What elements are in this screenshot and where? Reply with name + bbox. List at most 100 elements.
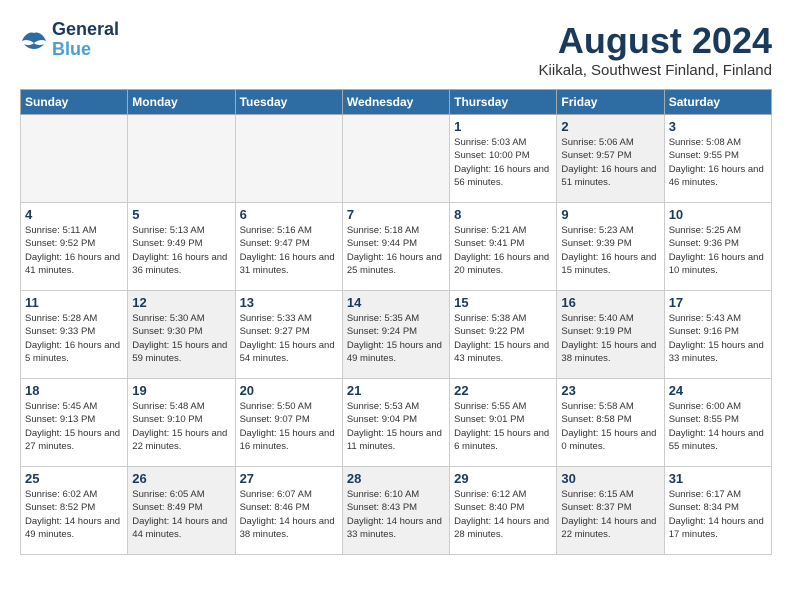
day-info: Sunrise: 5:11 AMSunset: 9:52 PMDaylight:… xyxy=(25,224,123,277)
day-info: Sunrise: 5:03 AMSunset: 10:00 PMDaylight… xyxy=(454,136,552,189)
calendar-cell: 31Sunrise: 6:17 AMSunset: 8:34 PMDayligh… xyxy=(664,467,771,555)
day-number: 29 xyxy=(454,471,552,486)
day-info: Sunrise: 5:23 AMSunset: 9:39 PMDaylight:… xyxy=(561,224,659,277)
day-number: 26 xyxy=(132,471,230,486)
day-number: 20 xyxy=(240,383,338,398)
month-title: August 2024 xyxy=(539,20,772,62)
calendar-cell: 8Sunrise: 5:21 AMSunset: 9:41 PMDaylight… xyxy=(450,203,557,291)
day-info: Sunrise: 5:35 AMSunset: 9:24 PMDaylight:… xyxy=(347,312,445,365)
calendar-cell xyxy=(342,115,449,203)
title-block: August 2024 Kiikala, Southwest Finland, … xyxy=(539,20,772,79)
calendar-cell: 24 Sunrise: 6:00 AMSunset: 8:55 PMDayligh… xyxy=(664,379,771,467)
day-info: Sunrise: 5:33 AMSunset: 9:27 PMDaylight:… xyxy=(240,312,338,365)
day-number: 24 xyxy=(669,383,767,398)
day-info: Sunrise: 5:43 AMSunset: 9:16 PMDaylight:… xyxy=(669,312,767,365)
day-info: Sunrise: 6:15 AMSunset: 8:37 PMDaylight:… xyxy=(561,488,659,541)
day-number: 18 xyxy=(25,383,123,398)
day-number: 3 xyxy=(669,119,767,134)
calendar-cell xyxy=(21,115,128,203)
calendar-week-row: 11Sunrise: 5:28 AMSunset: 9:33 PMDayligh… xyxy=(21,291,772,379)
calendar-cell: 10 Sunrise: 5:25 AMSunset: 9:36 PMDayligh… xyxy=(664,203,771,291)
day-info: Sunrise: 5:30 AMSunset: 9:30 PMDaylight:… xyxy=(132,312,230,365)
day-number: 14 xyxy=(347,295,445,310)
calendar-cell: 30 Sunrise: 6:15 AMSunset: 8:37 PMDayligh… xyxy=(557,467,664,555)
day-info: Sunrise: 5:53 AMSunset: 9:04 PMDaylight:… xyxy=(347,400,445,453)
calendar-cell: 27Sunrise: 6:07 AMSunset: 8:46 PMDayligh… xyxy=(235,467,342,555)
logo-bird-icon xyxy=(20,29,48,51)
calendar-cell: 1 Sunrise: 5:03 AMSunset: 10:00 PMDayligh… xyxy=(450,115,557,203)
day-info: Sunrise: 5:06 AMSunset: 9:57 PMDaylight:… xyxy=(561,136,659,189)
calendar-week-row: 18 Sunrise: 5:45 AMSunset: 9:13 PMDayligh… xyxy=(21,379,772,467)
day-info: Sunrise: 6:05 AMSunset: 8:49 PMDaylight:… xyxy=(132,488,230,541)
day-number: 30 xyxy=(561,471,659,486)
calendar-cell: 2 Sunrise: 5:06 AMSunset: 9:57 PMDaylight… xyxy=(557,115,664,203)
day-info: Sunrise: 5:08 AMSunset: 9:55 PMDaylight:… xyxy=(669,136,767,189)
day-number: 15 xyxy=(454,295,552,310)
weekday-header-friday: Friday xyxy=(557,90,664,115)
day-number: 19 xyxy=(132,383,230,398)
day-number: 17 xyxy=(669,295,767,310)
calendar-cell: 4Sunrise: 5:11 AMSunset: 9:52 PMDaylight… xyxy=(21,203,128,291)
day-number: 6 xyxy=(240,207,338,222)
day-number: 9 xyxy=(561,207,659,222)
page-header: General Blue August 2024 Kiikala, Southw… xyxy=(20,20,772,79)
day-number: 7 xyxy=(347,207,445,222)
day-info: Sunrise: 5:16 AMSunset: 9:47 PMDaylight:… xyxy=(240,224,338,277)
day-number: 22 xyxy=(454,383,552,398)
calendar-cell xyxy=(128,115,235,203)
calendar-table: SundayMondayTuesdayWednesdayThursdayFrid… xyxy=(20,89,772,555)
calendar-cell xyxy=(235,115,342,203)
calendar-cell: 22Sunrise: 5:55 AMSunset: 9:01 PMDayligh… xyxy=(450,379,557,467)
day-number: 2 xyxy=(561,119,659,134)
calendar-cell: 3 Sunrise: 5:08 AMSunset: 9:55 PMDaylight… xyxy=(664,115,771,203)
calendar-cell: 6 Sunrise: 5:16 AMSunset: 9:47 PMDaylight… xyxy=(235,203,342,291)
weekday-header-monday: Monday xyxy=(128,90,235,115)
weekday-header-thursday: Thursday xyxy=(450,90,557,115)
logo: General Blue xyxy=(20,20,119,60)
day-info: Sunrise: 5:21 AMSunset: 9:41 PMDaylight:… xyxy=(454,224,552,277)
calendar-cell: 28 Sunrise: 6:10 AMSunset: 8:43 PMDayligh… xyxy=(342,467,449,555)
day-number: 12 xyxy=(132,295,230,310)
day-number: 16 xyxy=(561,295,659,310)
day-number: 10 xyxy=(669,207,767,222)
calendar-cell: 25Sunrise: 6:02 AMSunset: 8:52 PMDayligh… xyxy=(21,467,128,555)
calendar-cell: 21 Sunrise: 5:53 AMSunset: 9:04 PMDayligh… xyxy=(342,379,449,467)
calendar-cell: 12 Sunrise: 5:30 AMSunset: 9:30 PMDayligh… xyxy=(128,291,235,379)
day-info: Sunrise: 5:25 AMSunset: 9:36 PMDaylight:… xyxy=(669,224,767,277)
weekday-header-tuesday: Tuesday xyxy=(235,90,342,115)
day-number: 5 xyxy=(132,207,230,222)
calendar-week-row: 1 Sunrise: 5:03 AMSunset: 10:00 PMDayligh… xyxy=(21,115,772,203)
calendar-cell: 26 Sunrise: 6:05 AMSunset: 8:49 PMDayligh… xyxy=(128,467,235,555)
day-info: Sunrise: 6:10 AMSunset: 8:43 PMDaylight:… xyxy=(347,488,445,541)
calendar-cell: 5 Sunrise: 5:13 AMSunset: 9:49 PMDaylight… xyxy=(128,203,235,291)
day-info: Sunrise: 6:12 AMSunset: 8:40 PMDaylight:… xyxy=(454,488,552,541)
calendar-cell: 13 Sunrise: 5:33 AMSunset: 9:27 PMDayligh… xyxy=(235,291,342,379)
calendar-week-row: 4Sunrise: 5:11 AMSunset: 9:52 PMDaylight… xyxy=(21,203,772,291)
day-number: 13 xyxy=(240,295,338,310)
calendar-cell: 17 Sunrise: 5:43 AMSunset: 9:16 PMDayligh… xyxy=(664,291,771,379)
day-info: Sunrise: 5:40 AMSunset: 9:19 PMDaylight:… xyxy=(561,312,659,365)
calendar-cell: 14 Sunrise: 5:35 AMSunset: 9:24 PMDayligh… xyxy=(342,291,449,379)
day-number: 28 xyxy=(347,471,445,486)
day-info: Sunrise: 5:28 AMSunset: 9:33 PMDaylight:… xyxy=(25,312,123,365)
day-info: Sunrise: 6:02 AMSunset: 8:52 PMDaylight:… xyxy=(25,488,123,541)
day-number: 21 xyxy=(347,383,445,398)
day-number: 23 xyxy=(561,383,659,398)
calendar-cell: 19Sunrise: 5:48 AMSunset: 9:10 PMDayligh… xyxy=(128,379,235,467)
weekday-header-saturday: Saturday xyxy=(664,90,771,115)
day-info: Sunrise: 5:13 AMSunset: 9:49 PMDaylight:… xyxy=(132,224,230,277)
location-subtitle: Kiikala, Southwest Finland, Finland xyxy=(539,62,772,79)
day-info: Sunrise: 5:45 AMSunset: 9:13 PMDaylight:… xyxy=(25,400,123,453)
calendar-cell: 20Sunrise: 5:50 AMSunset: 9:07 PMDayligh… xyxy=(235,379,342,467)
calendar-cell: 18 Sunrise: 5:45 AMSunset: 9:13 PMDayligh… xyxy=(21,379,128,467)
day-number: 31 xyxy=(669,471,767,486)
day-number: 1 xyxy=(454,119,552,134)
day-info: Sunrise: 5:18 AMSunset: 9:44 PMDaylight:… xyxy=(347,224,445,277)
calendar-cell: 9 Sunrise: 5:23 AMSunset: 9:39 PMDaylight… xyxy=(557,203,664,291)
weekday-header-sunday: Sunday xyxy=(21,90,128,115)
day-info: Sunrise: 6:00 AMSunset: 8:55 PMDaylight:… xyxy=(669,400,767,453)
logo-text: General Blue xyxy=(52,20,119,60)
day-info: Sunrise: 6:07 AMSunset: 8:46 PMDaylight:… xyxy=(240,488,338,541)
calendar-cell: 11Sunrise: 5:28 AMSunset: 9:33 PMDayligh… xyxy=(21,291,128,379)
calendar-cell: 23Sunrise: 5:58 AMSunset: 8:58 PMDayligh… xyxy=(557,379,664,467)
